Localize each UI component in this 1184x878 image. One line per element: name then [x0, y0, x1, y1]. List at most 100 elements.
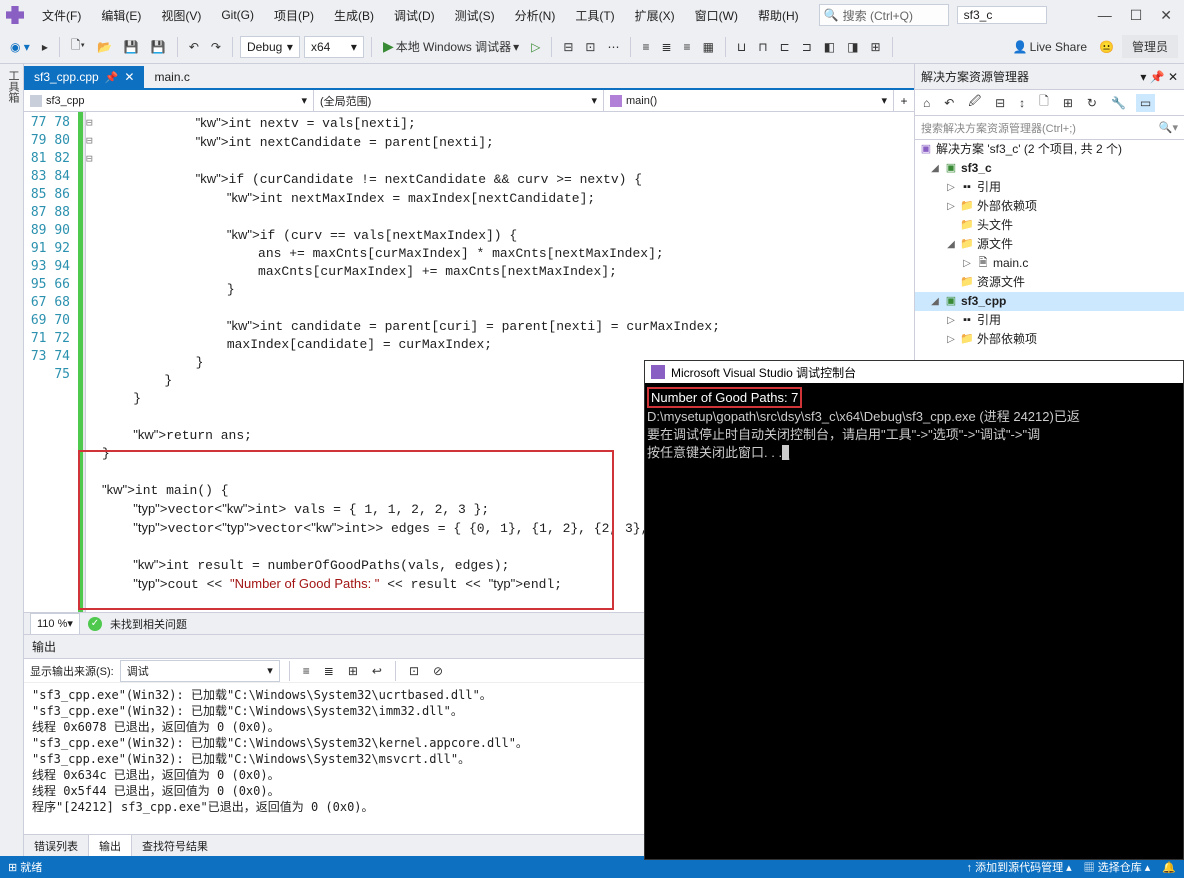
menu-file[interactable]: 文件(F): [36, 4, 87, 27]
feedback-button[interactable]: 😐: [1095, 38, 1118, 56]
tab-find-results[interactable]: 查找符号结果: [132, 835, 218, 857]
expand-icon[interactable]: ◢: [945, 235, 957, 254]
undo-button[interactable]: ↶: [185, 38, 203, 56]
console-body[interactable]: Number of Good Paths: 7 D:\mysetup\gopat…: [645, 383, 1183, 466]
tab-error-list[interactable]: 错误列表: [24, 835, 88, 857]
output-btn-2[interactable]: ≣: [320, 662, 338, 680]
maximize-button[interactable]: ☐: [1130, 7, 1143, 24]
toolbar-btn-6[interactable]: ≡: [680, 38, 695, 56]
tree-src[interactable]: ◢📁源文件: [915, 235, 1184, 254]
tree-project-sf3cpp[interactable]: ◢▣sf3_cpp: [915, 292, 1184, 311]
tree-hdr[interactable]: 📁头文件: [915, 216, 1184, 235]
pin-icon[interactable]: 📌: [105, 71, 119, 84]
toolbar-btn-13[interactable]: ◨: [843, 38, 862, 56]
solexp-btn-4[interactable]: ⊟: [991, 94, 1009, 112]
status-repo[interactable]: ▦ 选择仓库 ▴: [1084, 859, 1151, 875]
open-button[interactable]: 📂: [93, 38, 116, 56]
solexp-btn-7[interactable]: ⊞: [1059, 94, 1077, 112]
save-button[interactable]: 💾: [120, 38, 143, 56]
solexp-refresh-button[interactable]: ↻: [1083, 94, 1101, 112]
toolbar-btn-3[interactable]: ⋯: [603, 38, 623, 56]
toolbar-btn-7[interactable]: ▦: [699, 38, 718, 56]
nav-scope[interactable]: (全局范围)▾: [314, 90, 604, 111]
toolbar-btn-14[interactable]: ⊞: [866, 38, 884, 56]
solexp-btn-6[interactable]: 🗋: [1035, 90, 1053, 115]
toolbar-btn-1[interactable]: ⊟: [559, 38, 577, 56]
minimize-button[interactable]: —: [1098, 7, 1112, 24]
output-btn-5[interactable]: ⊡: [405, 662, 423, 680]
solexp-back-button[interactable]: ↶: [940, 94, 958, 112]
output-clear-button[interactable]: ≡: [299, 662, 314, 680]
solexp-search[interactable]: 搜索解决方案资源管理器(Ctrl+;) 🔍▾: [915, 116, 1184, 140]
solexp-home-button[interactable]: ⌂: [919, 94, 934, 112]
config-combo[interactable]: Debug ▾: [240, 36, 300, 58]
close-tab-icon[interactable]: ✕: [124, 70, 134, 84]
toolbar-btn-12[interactable]: ◧: [820, 38, 839, 56]
expand-icon[interactable]: ▷: [945, 311, 957, 330]
menu-build[interactable]: 生成(B): [328, 4, 380, 27]
nav-fwd-button[interactable]: ▸: [38, 38, 52, 56]
output-source-combo[interactable]: 调试▾: [120, 660, 280, 682]
solexp-preview-button[interactable]: ▭: [1136, 94, 1155, 112]
debug-console-window[interactable]: Microsoft Visual Studio 调试控制台 Number of …: [644, 360, 1184, 860]
output-btn-3[interactable]: ⊞: [344, 662, 362, 680]
tree-solution-root[interactable]: ▣解决方案 'sf3_c' (2 个项目, 共 2 个): [915, 140, 1184, 159]
solexp-btn-3[interactable]: 🖉: [964, 90, 985, 115]
tree-res[interactable]: 📁资源文件: [915, 273, 1184, 292]
solution-name-field[interactable]: sf3_c: [957, 6, 1047, 24]
toolbar-btn-4[interactable]: ≡: [638, 38, 653, 56]
toolbar-btn-11[interactable]: ⊐: [798, 38, 816, 56]
nav-back-button[interactable]: ◉ ▾: [6, 38, 34, 56]
tab-main-c[interactable]: main.c: [144, 66, 199, 88]
solexp-btn-5[interactable]: ↕: [1015, 94, 1029, 112]
nav-project[interactable]: sf3_cpp▾: [24, 90, 314, 111]
tree-ref-2[interactable]: ▷▪▪引用: [915, 311, 1184, 330]
zoom-combo[interactable]: 110 % ▾: [30, 613, 80, 635]
tree-mainc[interactable]: ▷🗎main.c: [915, 254, 1184, 273]
fold-column[interactable]: ⊟ ⊟ ⊟: [86, 112, 100, 612]
tree-project-sf3c[interactable]: ◢▣sf3_c: [915, 159, 1184, 178]
nav-function[interactable]: main()▾: [604, 90, 894, 111]
start-nodebug-button[interactable]: ▷: [527, 38, 544, 56]
output-wrap-button[interactable]: ↩: [368, 662, 386, 680]
left-sidebar-tab[interactable]: 工具箱: [0, 64, 24, 856]
status-bell-icon[interactable]: 🔔: [1162, 861, 1176, 874]
toolbar-btn-5[interactable]: ≣: [657, 38, 675, 56]
toolbar-btn-10[interactable]: ⊏: [776, 38, 794, 56]
global-search-input[interactable]: 🔍搜索 (Ctrl+Q): [819, 4, 949, 26]
menu-analyze[interactable]: 分析(N): [509, 4, 562, 27]
toolbar-btn-9[interactable]: ⊓: [754, 38, 771, 56]
menu-test[interactable]: 测试(S): [449, 4, 501, 27]
start-debug-button[interactable]: ▶ 本地 Windows 调试器 ▾: [379, 36, 523, 57]
redo-button[interactable]: ↷: [207, 38, 225, 56]
expand-icon[interactable]: ▷: [961, 254, 973, 273]
expand-icon[interactable]: ▷: [945, 197, 957, 216]
saveall-button[interactable]: 💾: [147, 38, 170, 56]
menu-git[interactable]: Git(G): [215, 5, 260, 25]
expand-icon[interactable]: ▷: [945, 330, 957, 349]
menu-help[interactable]: 帮助(H): [752, 4, 805, 27]
menu-tools[interactable]: 工具(T): [569, 4, 620, 27]
menu-debug[interactable]: 调试(D): [388, 4, 441, 27]
platform-combo[interactable]: x64 ▾: [304, 36, 364, 58]
new-button[interactable]: 🗋▾: [67, 34, 89, 59]
output-btn-6[interactable]: ⊘: [429, 662, 447, 680]
menu-extensions[interactable]: 扩展(X): [629, 4, 681, 27]
menu-project[interactable]: 项目(P): [268, 4, 320, 27]
console-title-bar[interactable]: Microsoft Visual Studio 调试控制台: [645, 361, 1183, 383]
solexp-wrench-button[interactable]: 🔧: [1107, 94, 1130, 112]
tree-ext-2[interactable]: ▷📁外部依赖项: [915, 330, 1184, 349]
menu-view[interactable]: 视图(V): [155, 4, 207, 27]
liveshare-button[interactable]: 👤 Live Share: [1009, 38, 1091, 56]
tab-output[interactable]: 输出: [88, 834, 132, 857]
nav-add-button[interactable]: +: [894, 90, 914, 111]
menu-edit[interactable]: 编辑(E): [95, 4, 147, 27]
close-button[interactable]: ✕: [1160, 7, 1172, 24]
toolbar-btn-2[interactable]: ⊡: [581, 38, 599, 56]
expand-icon[interactable]: ▷: [945, 178, 957, 197]
tree-ext-1[interactable]: ▷📁外部依赖项: [915, 197, 1184, 216]
menu-window[interactable]: 窗口(W): [689, 4, 744, 27]
expand-icon[interactable]: ◢: [929, 292, 941, 311]
expand-icon[interactable]: ◢: [929, 159, 941, 178]
toolbar-btn-8[interactable]: ⊔: [733, 38, 750, 56]
